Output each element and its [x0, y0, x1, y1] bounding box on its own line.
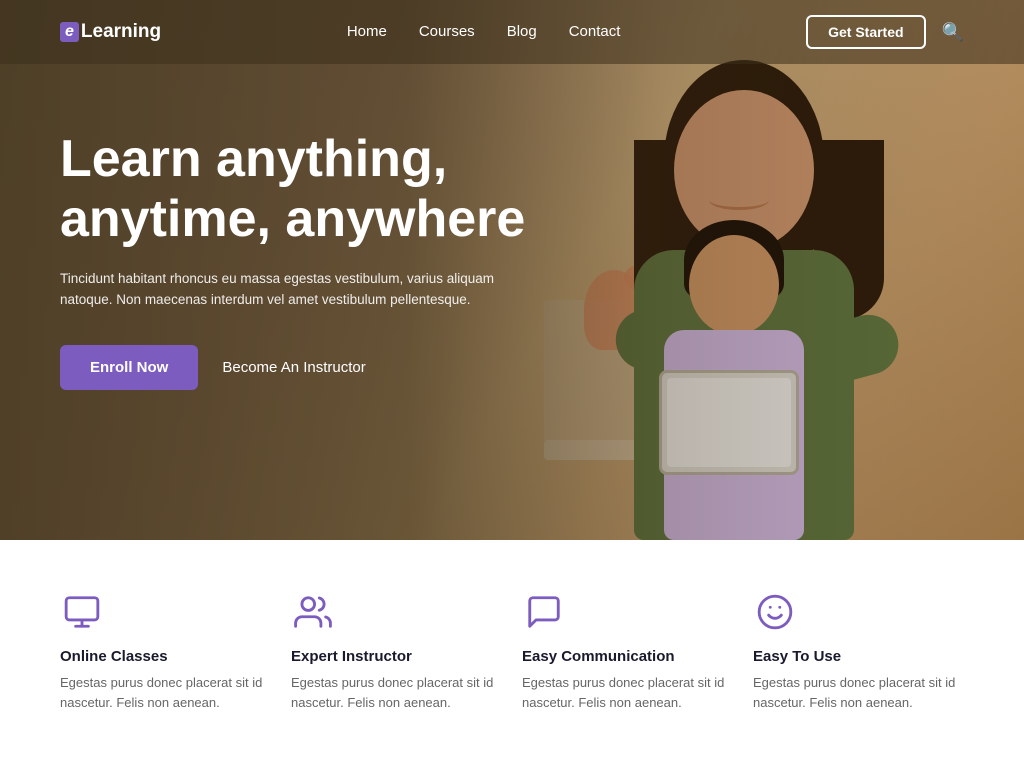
nav-blog[interactable]: Blog [507, 23, 537, 40]
search-icon[interactable]: 🔍 [942, 22, 964, 43]
get-started-button[interactable]: Get Started [806, 15, 925, 49]
easy-communication-desc: Egestas purus donec placerat sit id nasc… [522, 673, 733, 713]
nav-container: e Learning Home Courses Blog Contact Get… [0, 0, 1024, 64]
feature-online-classes: Online Classes Egestas purus donec place… [60, 590, 271, 713]
expert-instructor-desc: Egestas purus donec placerat sit id nasc… [291, 673, 502, 713]
hero-content: Learn anything, anytime, anywhere Tincid… [60, 130, 550, 390]
easy-communication-icon [522, 590, 566, 634]
feature-easy-communication: Easy Communication Egestas purus donec p… [522, 590, 733, 713]
easy-to-use-title: Easy To Use [753, 648, 964, 665]
feature-expert-instructor: Expert Instructor Egestas purus donec pl… [291, 590, 502, 713]
hero-title: Learn anything, anytime, anywhere [60, 130, 550, 250]
hero-section: Learn anything, anytime, anywhere Tincid… [0, 0, 1024, 540]
hero-description: Tincidunt habitant rhoncus eu massa eges… [60, 268, 550, 311]
feature-easy-to-use: Easy To Use Egestas purus donec placerat… [753, 590, 964, 713]
nav-courses[interactable]: Courses [419, 23, 475, 40]
online-classes-desc: Egestas purus donec placerat sit id nasc… [60, 673, 271, 713]
logo-text: Learning [81, 21, 161, 43]
hero-actions: Enroll Now Become An Instructor [60, 345, 550, 390]
logo-e: e [60, 22, 79, 42]
enroll-now-button[interactable]: Enroll Now [60, 345, 198, 390]
become-instructor-link[interactable]: Become An Instructor [222, 359, 365, 376]
features-section: Online Classes Egestas purus donec place… [0, 540, 1024, 758]
easy-to-use-icon [753, 590, 797, 634]
nav-actions: Get Started 🔍 [806, 15, 964, 49]
nav-contact[interactable]: Contact [569, 23, 621, 40]
nav-links: Home Courses Blog Contact [347, 23, 621, 41]
online-classes-title: Online Classes [60, 648, 271, 665]
navbar: e Learning Home Courses Blog Contact Get… [0, 0, 1024, 64]
easy-communication-title: Easy Communication [522, 648, 733, 665]
nav-home[interactable]: Home [347, 23, 387, 40]
logo[interactable]: e Learning [60, 21, 161, 43]
expert-instructor-title: Expert Instructor [291, 648, 502, 665]
online-classes-icon [60, 590, 104, 634]
expert-instructor-icon [291, 590, 335, 634]
easy-to-use-desc: Egestas purus donec placerat sit id nasc… [753, 673, 964, 713]
